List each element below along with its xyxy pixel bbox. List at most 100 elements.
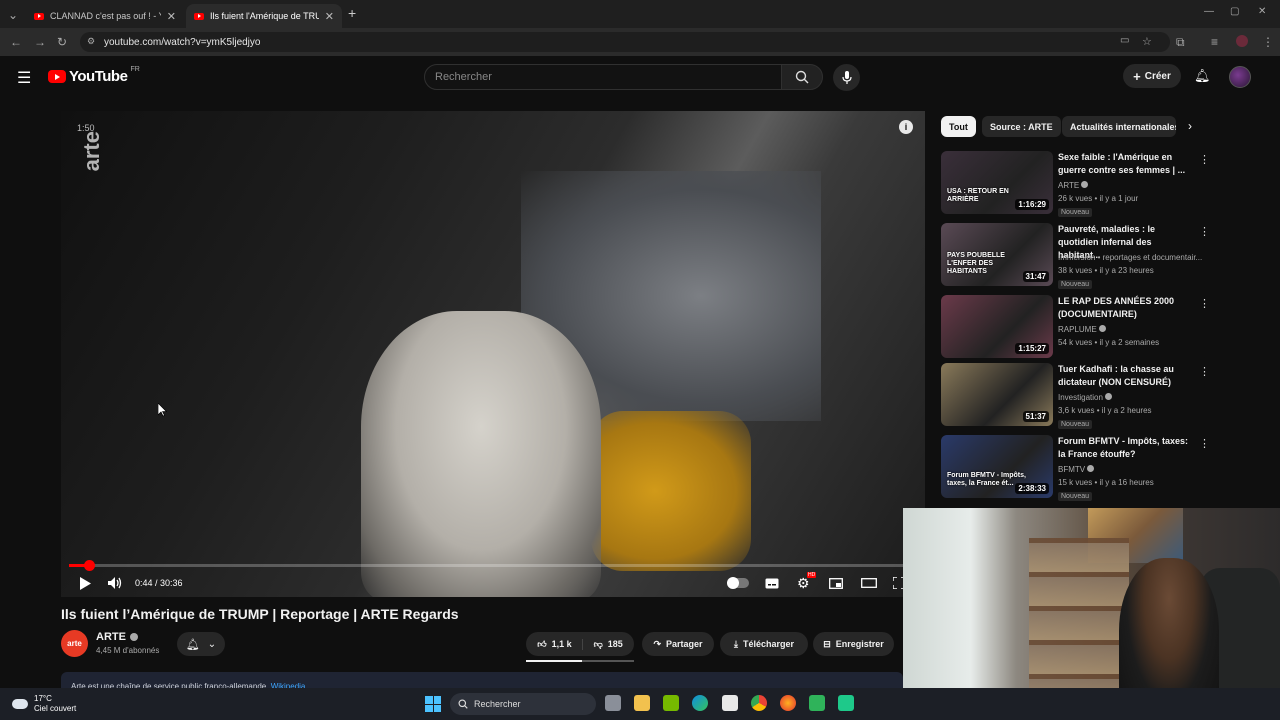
autoplay-switch-icon bbox=[727, 577, 749, 589]
recommendation-channel[interactable]: ARTE bbox=[1058, 181, 1089, 190]
recommendation-card[interactable]: USA : RETOUR EN ARRIÈRE 1:16:29 Sexe faibl… bbox=[941, 151, 1211, 217]
search-input[interactable]: Rechercher bbox=[424, 64, 782, 90]
recommendation-channel[interactable]: RAPLUME bbox=[1058, 325, 1106, 334]
app-icon[interactable] bbox=[809, 695, 825, 711]
plus-icon: + bbox=[1133, 68, 1141, 84]
notifications-bell-icon[interactable]: 🔔︎ bbox=[1194, 68, 1211, 84]
windows-start-icon[interactable] bbox=[425, 696, 441, 712]
search-button[interactable] bbox=[781, 64, 823, 90]
recommendation-card[interactable]: 51:37 Tuer Kadhafi : la chasse au dictate… bbox=[941, 363, 1211, 429]
chrome-menu-icon[interactable]: ⋮ bbox=[1262, 35, 1274, 49]
theater-mode-button[interactable] bbox=[861, 573, 877, 593]
volume-icon bbox=[108, 577, 122, 589]
verified-check-icon bbox=[1081, 181, 1089, 188]
forward-arrow-icon[interactable]: → bbox=[34, 35, 46, 49]
back-arrow-icon[interactable]: ← bbox=[10, 35, 22, 49]
search-icon bbox=[795, 70, 809, 84]
dislike-button[interactable]: 👎︎ 185 bbox=[588, 639, 623, 650]
microsoft-store-icon[interactable] bbox=[722, 695, 738, 711]
recommendation-channel[interactable]: Investigation bbox=[1058, 393, 1113, 402]
recommendation-title[interactable]: Sexe faible : l'Amérique en guerre contr… bbox=[1058, 151, 1188, 177]
share-button[interactable]: ↷ Partager bbox=[642, 632, 714, 656]
video-player[interactable]: 1:50 arte i 0:44 / 30:36 ⚙ HD bbox=[61, 111, 925, 597]
volume-button[interactable] bbox=[108, 573, 122, 593]
task-view-icon[interactable] bbox=[605, 695, 621, 711]
media-control-icon[interactable]: ≡ bbox=[1211, 35, 1218, 49]
recommendation-card[interactable]: Forum BFMTV - Impôts, taxes, la France é… bbox=[941, 435, 1211, 501]
recommendation-card[interactable]: 1:15:27 LE RAP DES ANNÉES 2000 (DOCUMENTA… bbox=[941, 295, 1211, 360]
miniplayer-button[interactable] bbox=[829, 573, 843, 593]
progress-bar[interactable] bbox=[69, 560, 917, 571]
subscription-bell-button[interactable]: 🔔︎ ⌄ bbox=[177, 632, 225, 656]
chip-all[interactable]: Tout bbox=[941, 116, 976, 137]
window-close-icon[interactable]: ✕ bbox=[1258, 6, 1266, 17]
youtube-logo[interactable]: YouTube FR bbox=[48, 66, 140, 85]
thumbs-up-icon: 👍︎ bbox=[537, 638, 547, 649]
weather-widget[interactable]: 17°C Ciel couvert bbox=[8, 694, 76, 714]
play-button[interactable] bbox=[79, 573, 91, 593]
recommendation-card[interactable]: PAYS POUBELLE L'ENFER DES HABITANTS 31:47… bbox=[941, 223, 1211, 289]
site-info-icon[interactable]: ⚙ bbox=[87, 36, 95, 47]
subtitles-button[interactable] bbox=[765, 573, 779, 593]
create-button[interactable]: + Créer bbox=[1123, 64, 1181, 88]
browser-tab-1[interactable]: CLANNAD c'est pas ouf ! - YouTube ✕ bbox=[26, 4, 184, 28]
browser-tab-2[interactable]: Ils fuient l'Amérique de TRUMP ✕ bbox=[186, 4, 342, 28]
reload-icon[interactable]: ↻ bbox=[57, 35, 67, 49]
save-button[interactable]: ⊟ Enregistrer bbox=[813, 632, 894, 656]
account-avatar[interactable] bbox=[1229, 66, 1251, 88]
download-button[interactable]: ⤓ Télécharger bbox=[720, 632, 808, 656]
channel-name[interactable]: ARTE bbox=[96, 631, 138, 643]
recommendation-title[interactable]: LE RAP DES ANNÉES 2000 (DOCUMENTAIRE) bbox=[1058, 295, 1188, 321]
more-actions-icon[interactable]: ⋮ bbox=[1199, 297, 1210, 310]
video-frame-car bbox=[591, 411, 751, 571]
minimize-icon[interactable]: — bbox=[1204, 6, 1214, 17]
tab-close-icon[interactable]: ✕ bbox=[167, 10, 176, 23]
autoplay-toggle[interactable] bbox=[727, 573, 749, 593]
more-actions-icon[interactable]: ⋮ bbox=[1199, 153, 1210, 166]
cast-icon[interactable]: ▭ bbox=[1120, 35, 1129, 46]
recommendation-thumbnail[interactable]: PAYS POUBELLE L'ENFER DES HABITANTS 31:47 bbox=[941, 223, 1053, 286]
youtube-favicon-icon bbox=[34, 12, 44, 20]
extensions-icon[interactable]: ⧉ bbox=[1176, 35, 1185, 50]
taskbar-search[interactable]: Rechercher bbox=[450, 693, 596, 715]
hamburger-menu-icon[interactable]: ☰ bbox=[17, 68, 31, 88]
recommendation-thumbnail[interactable]: 51:37 bbox=[941, 363, 1053, 426]
info-card-icon[interactable]: i bbox=[899, 120, 913, 134]
file-explorer-icon[interactable] bbox=[634, 695, 650, 711]
subtitles-icon bbox=[765, 578, 779, 588]
nvidia-icon[interactable] bbox=[663, 695, 679, 711]
create-label: Créer bbox=[1144, 70, 1171, 82]
more-actions-icon[interactable]: ⋮ bbox=[1199, 225, 1210, 238]
recommendation-thumbnail[interactable]: USA : RETOUR EN ARRIÈRE 1:16:29 bbox=[941, 151, 1053, 214]
new-badge: Nouveau bbox=[1058, 280, 1093, 289]
profile-avatar[interactable] bbox=[1236, 35, 1248, 47]
firefox-icon[interactable] bbox=[780, 695, 796, 711]
tab-search-chevron-icon[interactable]: ⌄ bbox=[8, 8, 18, 22]
microphone-icon bbox=[841, 70, 852, 84]
settings-button[interactable]: ⚙ HD bbox=[797, 572, 817, 593]
chip-international-news[interactable]: Actualités internationales bbox=[1062, 116, 1176, 137]
recommendation-channel[interactable]: BFMTV bbox=[1058, 465, 1095, 474]
chrome-icon[interactable] bbox=[751, 695, 767, 711]
chevron-right-icon[interactable]: › bbox=[1188, 119, 1192, 133]
recommendation-channel[interactable]: Immersion • reportages et documentair... bbox=[1058, 253, 1202, 262]
maximize-icon[interactable]: ▢ bbox=[1230, 6, 1239, 17]
recommendation-title[interactable]: Tuer Kadhafi : la chasse au dictateur (N… bbox=[1058, 363, 1188, 389]
recommendation-thumbnail[interactable]: 1:15:27 bbox=[941, 295, 1053, 358]
bookmark-star-icon[interactable]: ☆ bbox=[1142, 35, 1152, 48]
recommendation-thumbnail[interactable]: Forum BFMTV - Impôts, taxes, la France é… bbox=[941, 435, 1053, 498]
like-button[interactable]: 👍︎ 1,1 k bbox=[537, 638, 583, 650]
active-app-icon[interactable] bbox=[838, 695, 854, 711]
voice-search-button[interactable] bbox=[833, 64, 860, 91]
tab-close-icon[interactable]: ✕ bbox=[325, 10, 334, 23]
more-actions-icon[interactable]: ⋮ bbox=[1199, 365, 1210, 378]
chip-source-arte[interactable]: Source : ARTE bbox=[982, 116, 1061, 137]
progress-scrubber[interactable] bbox=[84, 560, 96, 571]
channel-avatar[interactable]: arte bbox=[61, 630, 88, 657]
address-bar[interactable]: ⚙ youtube.com/watch?v=ymK5ljedjyo ▭ ☆ bbox=[80, 32, 1170, 52]
new-tab-button[interactable]: + bbox=[348, 5, 356, 21]
share-label: Partager bbox=[666, 639, 703, 649]
recommendation-title[interactable]: Forum BFMTV - Impôts, taxes: la France é… bbox=[1058, 435, 1188, 461]
more-actions-icon[interactable]: ⋮ bbox=[1199, 437, 1210, 450]
edge-browser-icon[interactable] bbox=[692, 695, 708, 711]
